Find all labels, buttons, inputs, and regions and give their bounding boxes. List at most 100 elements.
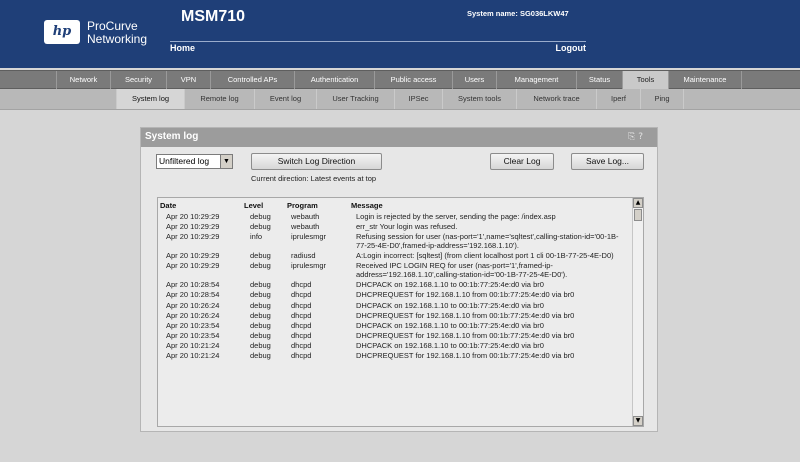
column-level: Level: [244, 201, 264, 210]
log-level: debug: [250, 222, 271, 232]
nav-authentication[interactable]: Authentication: [294, 71, 374, 89]
log-row: Apr 20 10:23:54 debug dhcpd DHCPACK on 192.…: [158, 320, 633, 331]
panel-help-icons[interactable]: ⎘ ?: [628, 132, 643, 142]
nav-vpn[interactable]: VPN: [166, 71, 210, 89]
hp-logo: hp: [44, 20, 80, 44]
home-link[interactable]: Home: [170, 43, 195, 53]
log-scrollbar[interactable]: ▲ ▼: [632, 198, 643, 426]
log-level: debug: [250, 320, 271, 330]
log-filter-value: Unfiltered log: [159, 156, 210, 166]
scroll-down-icon[interactable]: ▼: [633, 416, 643, 426]
nav-controlled-aps[interactable]: Controlled APs: [210, 71, 294, 89]
log-date: Apr 20 10:21:24: [166, 351, 220, 361]
log-date: Apr 20 10:26:24: [166, 300, 220, 310]
log-program: webauth: [291, 212, 320, 221]
subnav-system-tools[interactable]: System tools: [442, 89, 516, 109]
log-date: Apr 20 10:23:54: [166, 331, 220, 341]
panel-title-bar: System log ⎘ ?: [141, 128, 657, 147]
log-date: Apr 20 10:28:54: [166, 290, 220, 300]
chevron-down-icon[interactable]: ▼: [220, 155, 232, 168]
log-message: Login is rejected by the server, sending…: [356, 212, 556, 221]
panel-title: System log: [145, 131, 199, 142]
scroll-up-icon[interactable]: ▲: [633, 198, 643, 208]
hp-logo-text: hp: [52, 24, 72, 39]
nav-network[interactable]: Network: [56, 71, 110, 89]
log-row: Apr 20 10:26:24 debug dhcpd DHCPACK on 192.…: [158, 300, 633, 311]
header-divider: [170, 41, 586, 42]
subnav-event-log[interactable]: Event log: [254, 89, 316, 109]
system-log-panel: System log ⎘ ? Unfiltered log ▼ Switch L…: [140, 127, 658, 432]
log-message: DHCPACK on 192.168.1.10 to 00:1b:77:25:4…: [356, 341, 544, 351]
column-message: Message: [351, 201, 383, 210]
log-program: dhcpd: [291, 351, 312, 361]
log-level: debug: [250, 290, 271, 300]
column-program: Program: [287, 201, 318, 210]
log-row: Apr 20 10:29:29 debug webauth Login is reje…: [158, 212, 633, 222]
nav-maintenance[interactable]: Maintenance: [668, 71, 742, 89]
log-row: Apr 20 10:28:54 debug dhcpd DHCPACK on 192.…: [158, 281, 633, 290]
header: hp ProCurve Networking MSM710 System nam…: [0, 0, 800, 68]
log-message: DHCPREQUEST for 192.168.1.10 from 00:1b:…: [356, 331, 575, 341]
log-program: radiusd: [291, 251, 316, 261]
nav-management[interactable]: Management: [496, 71, 576, 89]
log-program: dhcpd: [291, 310, 312, 320]
log-message: DHCPACK on 192.168.1.10 to 00:1b:77:25:4…: [356, 280, 544, 290]
log-program: dhcpd: [291, 320, 312, 330]
subnav-ping[interactable]: Ping: [640, 89, 684, 109]
nav-tools[interactable]: Tools: [622, 71, 668, 89]
nav-public-access[interactable]: Public access: [374, 71, 452, 89]
log-program: iprulesmgr: [291, 232, 327, 242]
log-message: Refusing session for user (nas-port='1',…: [356, 232, 619, 250]
log-message: DHCPACK on 192.168.1.10 to 00:1b:77:25:4…: [356, 320, 544, 330]
log-date: Apr 20 10:29:29: [166, 261, 220, 271]
subnav-network-trace[interactable]: Network trace: [516, 89, 596, 109]
log-table: Date Level Program Message Apr 20 10:29:…: [157, 197, 644, 427]
nav-users[interactable]: Users: [452, 71, 496, 89]
log-row: Apr 20 10:21:24 debug dhcpd DHCPREQUEST for…: [158, 352, 633, 361]
log-row: Apr 20 10:21:24 debug dhcpd DHCPACK on 192.…: [158, 342, 633, 351]
log-message: DHCPREQUEST for 192.168.1.10 from 00:1b:…: [356, 290, 575, 300]
log-level: debug: [250, 331, 271, 341]
subnav-ipsec[interactable]: IPSec: [394, 89, 442, 109]
column-date: Date: [160, 201, 177, 210]
log-date: Apr 20 10:26:24: [166, 310, 220, 320]
log-program: iprulesmgr: [291, 261, 327, 271]
log-rows: Apr 20 10:29:29 debug webauth Login is reje…: [158, 212, 633, 363]
log-message: DHCPREQUEST for 192.168.1.10 from 00:1b:…: [356, 351, 575, 361]
log-filter-select[interactable]: Unfiltered log ▼: [156, 154, 233, 169]
log-date: Apr 20 10:21:24: [166, 341, 220, 351]
nav-status[interactable]: Status: [576, 71, 622, 89]
log-message: Received IPC LOGIN REQ for user (nas-por…: [356, 261, 568, 279]
log-row: Apr 20 10:29:29 debug webauth err_str Your …: [158, 223, 633, 232]
logout-link[interactable]: Logout: [556, 43, 587, 53]
subnav-system-log[interactable]: System log: [116, 89, 184, 109]
log-program: webauth: [291, 222, 320, 232]
log-level: debug: [250, 300, 271, 310]
nav-security[interactable]: Security: [110, 71, 166, 89]
subnav-remote-log[interactable]: Remote log: [184, 89, 254, 109]
log-date: Apr 20 10:29:29: [166, 232, 220, 242]
scroll-thumb[interactable]: [634, 209, 642, 221]
subnav-iperf[interactable]: Iperf: [596, 89, 640, 109]
log-row: Apr 20 10:23:54 debug dhcpd DHCPREQUEST for…: [158, 331, 633, 341]
log-level: debug: [250, 261, 271, 271]
direction-note: Current direction: Latest events at top: [251, 174, 377, 183]
log-message: A:Login incorrect: [sqltest] (from clien…: [356, 251, 614, 261]
sub-nav: System log Remote log Event log User Tra…: [0, 89, 800, 110]
log-level: debug: [250, 341, 271, 351]
log-row: Apr 20 10:26:24 debug dhcpd DHCPREQUEST for…: [158, 310, 633, 321]
log-program: dhcpd: [291, 331, 312, 341]
log-program: dhcpd: [291, 280, 312, 290]
log-level: debug: [250, 212, 271, 221]
clear-log-button[interactable]: Clear Log: [490, 153, 554, 170]
log-date: Apr 20 10:29:29: [166, 212, 220, 221]
log-date: Apr 20 10:29:29: [166, 222, 220, 232]
subnav-user-tracking[interactable]: User Tracking: [316, 89, 394, 109]
save-log-button[interactable]: Save Log...: [571, 153, 644, 170]
log-message: DHCPACK on 192.168.1.10 to 00:1b:77:25:4…: [356, 300, 544, 310]
switch-log-direction-button[interactable]: Switch Log Direction: [251, 153, 382, 170]
product-title: MSM710: [181, 8, 246, 25]
log-date: Apr 20 10:23:54: [166, 320, 220, 330]
log-row: Apr 20 10:28:54 debug dhcpd DHCPREQUEST for…: [158, 291, 633, 300]
log-program: dhcpd: [291, 290, 312, 300]
